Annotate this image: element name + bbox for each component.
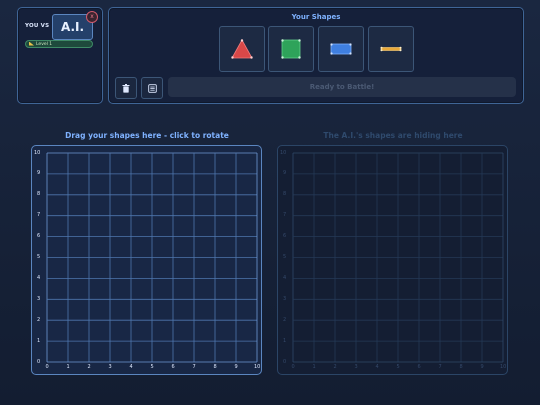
y-tick-label: 9 [37,170,41,177]
x-tick-label: 1 [66,364,70,370]
y-tick-label: 6 [37,233,41,240]
level-label: Level 1 [36,42,53,47]
x-tick-label: 10 [500,364,507,370]
y-tick-label: 10 [280,149,287,156]
shape-triangle[interactable] [219,26,265,72]
x-tick-label: 2 [333,364,337,370]
y-tick-label: 4 [283,274,287,281]
x-tick-label: 9 [234,364,238,370]
player-board-title: Drag your shapes here - click to rotate [65,131,229,140]
y-tick-label: 8 [37,191,41,198]
ai-board-title: The A.I.'s shapes are hiding here [323,131,463,140]
player-board[interactable]: 0 1 2 3 4 5 6 7 8 9 10 10 9 8 7 6 5 4 3 2 1 0 [31,145,262,375]
x-tick-label: 0 [45,364,49,370]
square-icon [281,39,301,59]
triangle-icon [231,39,253,59]
opponent-panel: YOU VS A.I. x Level 1 [17,7,103,104]
y-tick-label: 1 [283,337,287,344]
auto-place-button[interactable] [141,77,163,99]
x-tick-label: 6 [417,364,421,370]
x-tick-label: 10 [254,364,261,370]
x-tick-label: 2 [87,364,91,370]
close-icon[interactable]: x [86,11,98,23]
trash-icon [122,83,130,93]
x-tick-label: 3 [354,364,358,370]
y-tick-label: 0 [283,358,287,365]
clear-button[interactable] [115,77,137,99]
x-tick-label: 3 [108,364,112,370]
x-tick-label: 1 [312,364,316,370]
y-tick-label: 5 [37,254,41,260]
y-tick-label: 3 [283,295,287,302]
shapes-title: Your Shapes [291,13,341,21]
close-glyph: x [90,13,94,20]
shape-rectangle[interactable] [318,26,364,72]
player-grid[interactable] [46,152,258,363]
line-icon [380,46,402,52]
y-tick-label: 1 [37,337,41,344]
shapes-panel: Your Shapes Ready to Battle! [108,7,524,104]
ready-to-battle-button[interactable]: Ready to Battle! [168,77,516,97]
x-tick-label: 6 [171,364,175,370]
x-tick-label: 8 [459,364,463,370]
y-tick-label: 7 [37,212,41,219]
shape-square[interactable] [268,26,314,72]
x-tick-label: 4 [375,364,379,370]
x-tick-label: 9 [480,364,484,370]
y-tick-label: 10 [34,149,41,156]
y-tick-label: 8 [283,191,287,198]
level-badge: Level 1 [25,40,93,48]
x-tick-label: 5 [150,364,154,370]
x-tick-label: 0 [291,364,295,370]
y-tick-label: 5 [283,254,287,260]
x-tick-label: 8 [213,364,217,370]
opponent-name: A.I. [60,20,85,34]
y-tick-label: 3 [37,295,41,302]
y-tick-label: 9 [283,170,287,177]
ai-grid [292,152,504,363]
x-tick-label: 7 [192,364,196,370]
y-tick-label: 2 [37,316,41,323]
rectangle-icon [330,43,352,55]
x-tick-label: 7 [438,364,442,370]
shape-line[interactable] [368,26,414,72]
x-tick-label: 5 [396,364,400,370]
you-vs-label: YOU VS [25,23,50,29]
layout-icon [147,83,157,93]
y-tick-label: 6 [283,233,287,240]
x-tick-label: 4 [129,364,133,370]
y-tick-label: 0 [37,358,41,365]
y-tick-label: 4 [37,274,41,281]
ai-board: 0 1 2 3 4 5 6 7 8 9 10 10 9 8 7 6 5 4 3 2 1 0 [277,145,508,375]
y-tick-label: 2 [283,316,287,323]
y-tick-label: 7 [283,212,287,219]
ruler-icon [29,41,34,46]
